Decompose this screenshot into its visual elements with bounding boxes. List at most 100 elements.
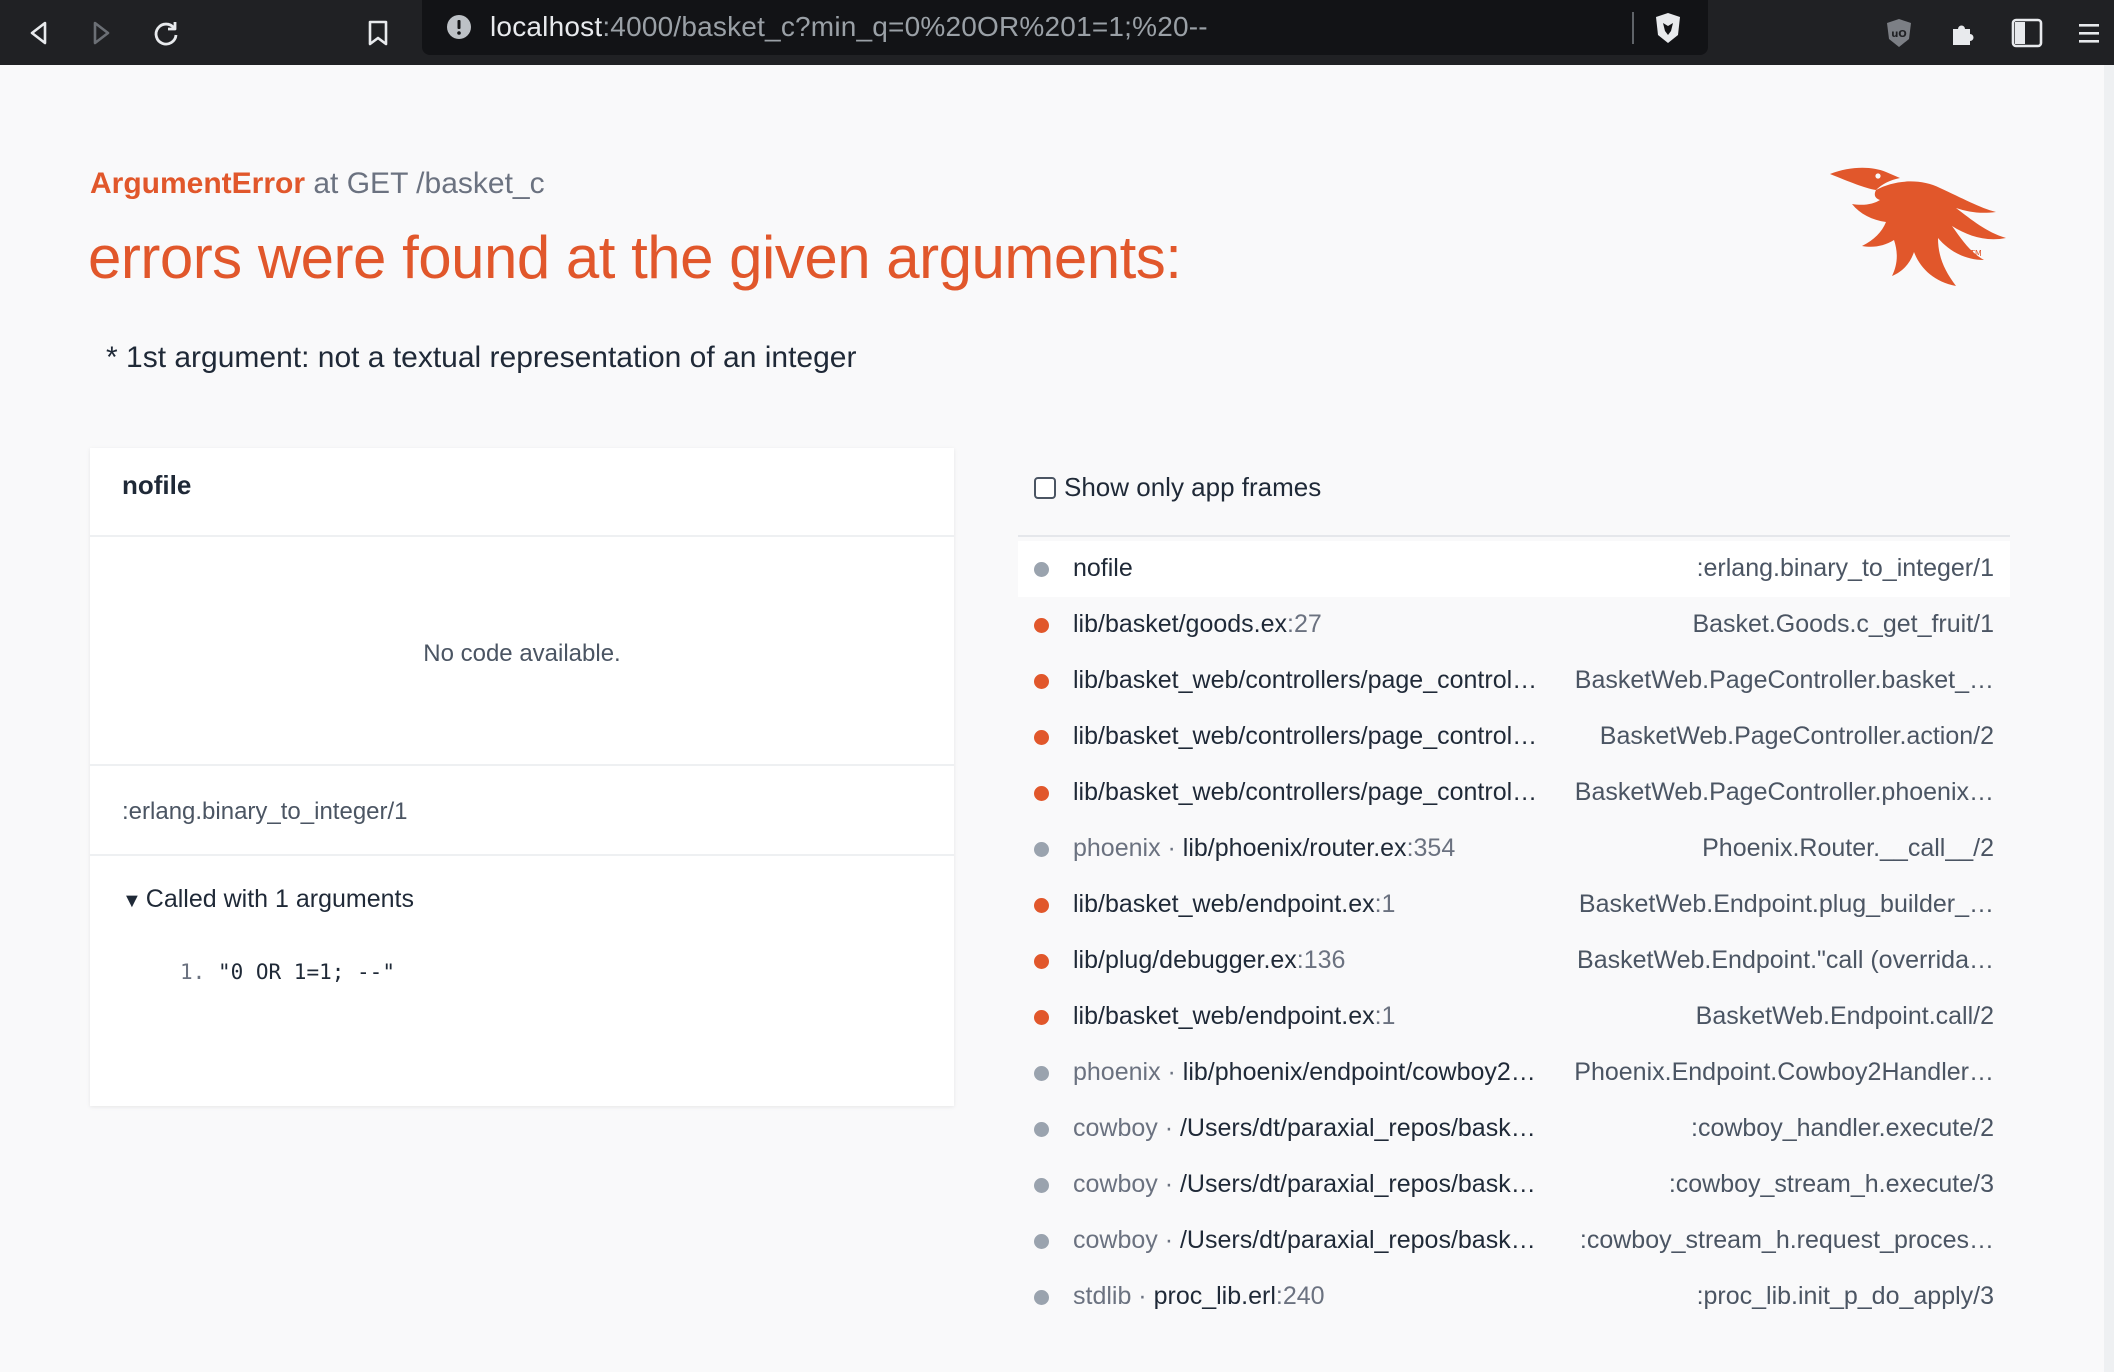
bookmark-icon[interactable] <box>357 12 399 54</box>
stack-frame-row[interactable]: lib/plug/debugger.ex:136 BasketWeb.Endpoi… <box>1018 933 2010 989</box>
page-scrollbar[interactable] <box>2104 65 2114 1372</box>
app-frame-dot-icon <box>1034 954 1049 969</box>
frame-file: lib/phoenix/router.ex <box>1182 834 1407 862</box>
stack-frame-row[interactable]: stdlib · proc_lib.erl:240:proc_lib.init_… <box>1018 1269 2010 1325</box>
frame-function: :cowboy_stream_h.request_proces… <box>1579 1226 1994 1254</box>
frame-file: lib/basket/goods.ex <box>1073 610 1288 638</box>
url-divider <box>1632 12 1634 44</box>
app-frame-dot-icon <box>1034 730 1049 745</box>
sidebar-icon[interactable] <box>2006 12 2048 54</box>
svg-text:uO: uO <box>1891 29 1907 40</box>
called-with-toggle[interactable]: ▼ Called with 1 arguments <box>122 885 414 914</box>
frame-file: lib/basket_web/controllers/page_control… <box>1073 722 1538 750</box>
stack-frame-row[interactable]: cowboy · /Users/dt/paraxial_repos/bask…:… <box>1018 1101 2010 1157</box>
frame-file: lib/basket_web/controllers/page_control… <box>1073 778 1538 806</box>
app-frame-dot-icon <box>1034 1010 1049 1025</box>
frame-file: /Users/dt/paraxial_repos/bask… <box>1179 1114 1536 1142</box>
frame-location: phoenix · lib/phoenix/endpoint/cowboy2… <box>1073 1058 1536 1087</box>
phoenix-logo-icon: TM <box>1820 160 2010 300</box>
stack-frame-row[interactable]: phoenix · lib/phoenix/endpoint/cowboy2… P… <box>1018 1045 2010 1101</box>
frame-function: BasketWeb.PageController.phoenix… <box>1574 778 1994 806</box>
extensions-icon[interactable] <box>1942 12 1984 54</box>
frame-function: BasketWeb.Endpoint.call/2 <box>1695 1002 1994 1030</box>
code-function-name: :erlang.binary_to_integer/1 <box>122 798 408 825</box>
url-text[interactable]: localhost:4000/basket_c?min_q=0%20OR%201… <box>490 11 1208 43</box>
show-app-frames-checkbox[interactable] <box>1034 476 1056 499</box>
menu-icon[interactable] <box>2068 12 2110 54</box>
show-app-frames-toggle[interactable]: Show only app frames <box>1034 472 1321 503</box>
stack-frame-row[interactable]: lib/basket_web/endpoint.ex:1 BasketWeb.En… <box>1018 989 2010 1045</box>
frame-location: lib/basket_web/controllers/page_control… <box>1073 666 1537 695</box>
divider <box>90 854 954 856</box>
stack-frame-row[interactable]: cowboy · /Users/dt/paraxial_repos/bask…:… <box>1018 1157 2010 1213</box>
error-detail: * 1st argument: not a textual representa… <box>106 341 857 374</box>
divider <box>90 535 954 537</box>
frame-line: :354 <box>1406 834 1456 862</box>
app-frame-dot-icon <box>1034 618 1049 633</box>
frame-function: :cowboy_stream_h.execute/3 <box>1668 1170 1994 1198</box>
error-message: errors were found at the given arguments… <box>88 224 1182 291</box>
frame-location: cowboy · /Users/dt/paraxial_repos/bask… <box>1073 1170 1536 1199</box>
exception-name: ArgumentError <box>90 167 306 200</box>
frame-file: proc_lib.erl <box>1153 1282 1276 1310</box>
frame-location: stdlib · proc_lib.erl:240 <box>1073 1282 1325 1311</box>
caret-down-icon: ▼ <box>122 890 142 912</box>
forward-icon[interactable] <box>80 12 122 54</box>
stack-frame-row[interactable]: lib/basket_web/controllers/page_control…… <box>1018 765 2010 821</box>
lib-frame-dot-icon <box>1034 562 1049 577</box>
frame-location: lib/basket_web/endpoint.ex:1 <box>1073 1002 1395 1031</box>
frame-function: :erlang.binary_to_integer/1 <box>1696 554 1994 582</box>
argument-index: 1. <box>180 960 206 984</box>
frame-function: BasketWeb.Endpoint.plug_builder_… <box>1578 890 1994 918</box>
url-path: :4000/basket_c?min_q=0%20OR%201=1;%20-- <box>602 11 1208 42</box>
address-bar[interactable]: localhost:4000/basket_c?min_q=0%20OR%201… <box>422 0 1708 55</box>
argument-item: 1. "0 OR 1=1; --" <box>180 960 395 984</box>
frame-package: cowboy · <box>1073 1226 1180 1254</box>
stack-frame-row[interactable]: lib/basket_web/controllers/page_control…… <box>1018 709 2010 765</box>
lib-frame-dot-icon <box>1034 1178 1049 1193</box>
frame-line: :27 <box>1287 610 1322 638</box>
frame-function: BasketWeb.Endpoint."call (overrida… <box>1577 946 1994 974</box>
reload-icon[interactable] <box>145 12 187 54</box>
stack-frame-row[interactable]: cowboy · /Users/dt/paraxial_repos/bask…:… <box>1018 1213 2010 1269</box>
brave-shield-icon[interactable] <box>1652 11 1684 50</box>
frames-divider <box>1018 535 2010 537</box>
frame-file: nofile <box>1073 554 1133 582</box>
frame-line: :136 <box>1296 946 1346 974</box>
frame-function: Phoenix.Endpoint.Cowboy2Handler… <box>1574 1058 1994 1086</box>
frame-package: stdlib · <box>1073 1282 1154 1310</box>
frame-line: :1 <box>1374 1002 1396 1030</box>
ublock-icon[interactable]: uO <box>1878 12 1920 54</box>
frame-package: cowboy · <box>1073 1114 1180 1142</box>
frame-function: Phoenix.Router.__call__/2 <box>1702 834 1994 862</box>
frame-file: lib/phoenix/endpoint/cowboy2… <box>1182 1058 1536 1086</box>
lib-frame-dot-icon <box>1034 842 1049 857</box>
frame-location: cowboy · /Users/dt/paraxial_repos/bask… <box>1073 1226 1536 1255</box>
back-icon[interactable] <box>18 12 60 54</box>
app-frame-dot-icon <box>1034 786 1049 801</box>
code-snippet-panel: nofile No code available. :erlang.binary… <box>90 448 954 1106</box>
frame-location: lib/plug/debugger.ex:136 <box>1073 946 1345 975</box>
frame-file: lib/basket_web/endpoint.ex <box>1073 1002 1375 1030</box>
frame-file: lib/plug/debugger.ex <box>1073 946 1297 974</box>
code-file-name: nofile <box>122 470 192 500</box>
frame-package: phoenix · <box>1073 834 1183 862</box>
svg-text:TM: TM <box>1969 249 1982 258</box>
stack-frame-row[interactable]: lib/basket/goods.ex:27 Basket.Goods.c_get… <box>1018 597 2010 653</box>
stack-frame-row[interactable]: lib/basket_web/endpoint.ex:1 BasketWeb.En… <box>1018 877 2010 933</box>
url-host: localhost <box>490 11 603 42</box>
stack-frame-row[interactable]: phoenix · lib/phoenix/router.ex:354 Phoen… <box>1018 821 2010 877</box>
frame-function: :cowboy_handler.execute/2 <box>1691 1114 1994 1142</box>
called-with-label: Called with 1 arguments <box>145 885 414 913</box>
frame-file: /Users/dt/paraxial_repos/bask… <box>1179 1226 1536 1254</box>
show-app-frames-label: Show only app frames <box>1064 472 1322 502</box>
frame-package: phoenix · <box>1073 1058 1183 1086</box>
stack-frame-row[interactable]: nofile :erlang.binary_to_integer/1 <box>1018 541 2010 597</box>
frame-location: lib/basket_web/endpoint.ex:1 <box>1073 890 1395 919</box>
frame-location: lib/basket/goods.ex:27 <box>1073 610 1322 639</box>
frame-location: phoenix · lib/phoenix/router.ex:354 <box>1073 834 1455 863</box>
stack-frame-row[interactable]: lib/basket_web/controllers/page_control…… <box>1018 653 2010 709</box>
frame-location: lib/basket_web/controllers/page_control… <box>1073 778 1537 807</box>
frame-function: BasketWeb.PageController.action/2 <box>1599 722 1994 750</box>
site-info-icon[interactable] <box>446 14 472 45</box>
